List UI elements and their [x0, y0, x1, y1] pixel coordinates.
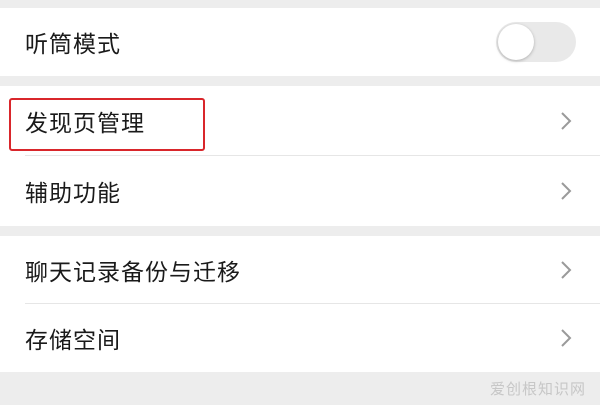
settings-group-earpiece: 听筒模式	[0, 8, 600, 76]
chat-backup-label: 聊天记录备份与迁移	[25, 260, 241, 286]
earpiece-mode-label: 听筒模式	[25, 32, 121, 58]
storage-label: 存储空间	[25, 328, 121, 354]
earpiece-mode-toggle[interactable]	[496, 22, 576, 62]
settings-group-storage: 聊天记录备份与迁移 存储空间	[0, 236, 600, 372]
chevron-right-icon	[561, 112, 572, 130]
watermark-text: 爱创根知识网	[489, 380, 586, 398]
storage-row[interactable]: 存储空间	[0, 304, 600, 372]
settings-group-discover: 发现页管理 辅助功能	[0, 86, 600, 226]
chat-backup-row[interactable]: 聊天记录备份与迁移	[0, 236, 600, 304]
earpiece-mode-row[interactable]: 听筒模式	[0, 8, 600, 76]
discover-page-label: 发现页管理	[25, 111, 145, 137]
top-strip	[0, 0, 600, 8]
chevron-right-icon	[561, 329, 572, 347]
toggle-knob	[498, 24, 534, 60]
accessibility-label: 辅助功能	[25, 181, 121, 207]
chevron-right-icon	[561, 182, 572, 200]
accessibility-row[interactable]: 辅助功能	[0, 156, 600, 226]
chevron-right-icon	[561, 261, 572, 279]
discover-page-row[interactable]: 发现页管理	[0, 86, 600, 156]
